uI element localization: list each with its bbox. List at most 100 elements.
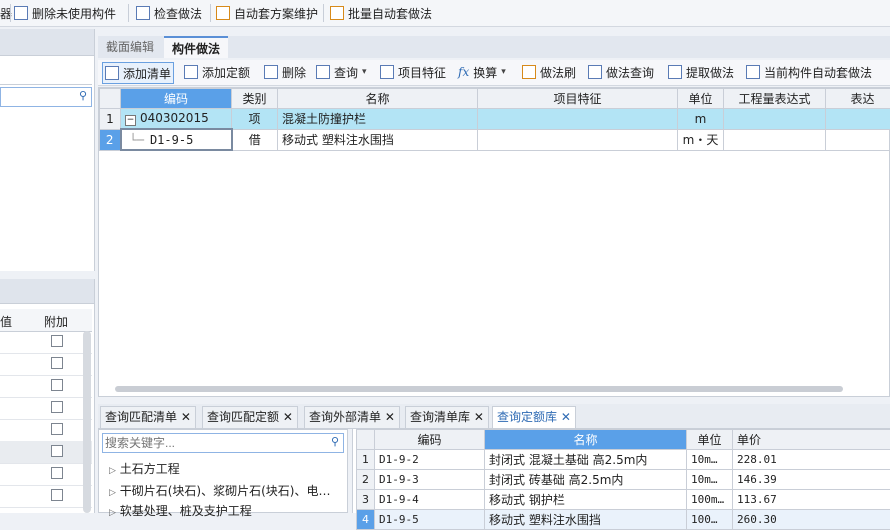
feature-button[interactable]: 项目特征 — [380, 63, 446, 81]
close-icon[interactable]: ✕ — [474, 410, 484, 424]
quota-code[interactable]: D1-9-3 — [375, 470, 485, 490]
quota-column-unit[interactable]: 单位 — [687, 430, 733, 450]
column-header-unit[interactable]: 单位 — [678, 89, 724, 109]
column-header-name[interactable]: 名称 — [278, 89, 478, 109]
quota-code[interactable]: D1-9-4 — [375, 490, 485, 510]
query-button[interactable]: 查询 ▾ — [316, 63, 367, 81]
collapse-icon[interactable]: − — [125, 115, 136, 126]
table-row[interactable]: 3 D1-9-4 移动式 钢护栏 100m… 113.67 — [357, 490, 890, 510]
tab-query-match-list[interactable]: 查询匹配清单 ✕ — [100, 406, 196, 428]
quota-unit[interactable]: 10m… — [687, 470, 733, 490]
left-top-input[interactable] — [0, 58, 92, 85]
search-icon[interactable]: ⚲ — [79, 89, 87, 102]
checkbox[interactable] — [51, 423, 63, 435]
close-icon[interactable]: ✕ — [385, 410, 395, 424]
close-icon[interactable]: ✕ — [561, 410, 571, 424]
column-header-expression[interactable]: 工程量表达式 — [724, 89, 826, 109]
checkbox[interactable] — [51, 357, 63, 369]
delete-button[interactable]: 删除 — [264, 63, 306, 81]
chevron-right-icon[interactable]: ▷ — [109, 466, 116, 476]
tab-query-external-list[interactable]: 查询外部清单 ✕ — [304, 406, 400, 428]
method-query-button[interactable]: 做法查询 — [588, 63, 654, 81]
row-expr2[interactable] — [826, 109, 890, 130]
tab-query-list-library[interactable]: 查询清单库 ✕ — [405, 406, 489, 428]
list-item[interactable] — [0, 331, 92, 354]
quota-column-code[interactable]: 编码 — [375, 430, 485, 450]
library-search-box[interactable]: ⚲ — [102, 433, 344, 453]
row-name[interactable]: 混凝土防撞护栏 — [278, 109, 478, 130]
checkbox[interactable] — [51, 401, 63, 413]
tab-query-quota-library[interactable]: 查询定额库 ✕ — [492, 406, 576, 428]
table-row[interactable]: 1 D1-9-2 封闭式 混凝土基础 高2.5m内 10m… 228.01 — [357, 450, 890, 470]
list-item[interactable] — [0, 441, 92, 464]
quota-price[interactable]: 113.67 — [733, 490, 890, 510]
row-expr2[interactable] — [826, 129, 890, 150]
list-item[interactable] — [0, 353, 92, 376]
left-search-box[interactable]: ⚲ — [0, 87, 92, 107]
row-unit[interactable]: m — [678, 109, 724, 130]
tab-section-edit[interactable]: 截面编辑 — [98, 36, 162, 58]
table-row[interactable]: 2 D1-9-3 封闭式 砖基础 高2.5m内 10m… 146.39 — [357, 470, 890, 490]
quota-name[interactable]: 封闭式 混凝土基础 高2.5m内 — [485, 450, 687, 470]
row-code-cell[interactable]: −040302015 — [121, 109, 232, 130]
row-feature[interactable] — [478, 109, 678, 130]
tab-query-match-quota[interactable]: 查询匹配定额 ✕ — [202, 406, 298, 428]
quota-unit[interactable]: 10m… — [687, 450, 733, 470]
table-row[interactable]: 1 −040302015 项 混凝土防撞护栏 m — [100, 109, 890, 130]
row-unit[interactable]: m・天 — [678, 129, 724, 150]
quota-price[interactable]: 146.39 — [733, 470, 890, 490]
tree-item[interactable]: ▷ 干砌片石(块石)、浆砌片石(块石)、电… — [109, 482, 330, 499]
list-item[interactable] — [0, 463, 92, 486]
chevron-down-icon[interactable]: ▾ — [362, 67, 367, 77]
chevron-down-icon[interactable]: ▾ — [501, 67, 506, 77]
checkbox[interactable] — [51, 379, 63, 391]
checkbox[interactable] — [51, 445, 63, 457]
tree-item[interactable]: ▷ 土石方工程 — [109, 460, 180, 477]
quota-column-price[interactable]: 单价 — [733, 430, 890, 450]
quota-price[interactable]: 228.01 — [733, 450, 890, 470]
batch-auto-button[interactable]: 批量自动套做法 — [330, 4, 432, 22]
column-header-code[interactable]: 编码 — [121, 89, 232, 109]
row-name[interactable]: 移动式 塑料注水围挡 — [278, 129, 478, 150]
list-item[interactable] — [0, 397, 92, 420]
list-item[interactable] — [0, 419, 92, 442]
delete-unused-button[interactable]: 删除未使用构件 — [14, 4, 116, 22]
column-header-type[interactable]: 类别 — [232, 89, 278, 109]
row-type[interactable]: 借 — [232, 129, 278, 150]
row-expression[interactable] — [724, 109, 826, 130]
library-search-input[interactable] — [103, 434, 307, 452]
close-icon[interactable]: ✕ — [181, 410, 191, 424]
extract-method-button[interactable]: 提取做法 — [668, 63, 734, 81]
checkbox[interactable] — [51, 467, 63, 479]
method-brush-button[interactable]: 做法刷 — [522, 63, 576, 81]
search-icon[interactable]: ⚲ — [331, 435, 339, 448]
quota-name[interactable]: 封闭式 砖基础 高2.5m内 — [485, 470, 687, 490]
column-header-feature[interactable]: 项目特征 — [478, 89, 678, 109]
row-expression[interactable] — [724, 129, 826, 150]
list-item[interactable] — [0, 375, 92, 398]
close-icon[interactable]: ✕ — [283, 410, 293, 424]
auto-apply-button[interactable]: 当前构件自动套做法 — [746, 63, 872, 81]
row-code-cell[interactable]: └─D1-9-5 — [121, 129, 232, 150]
chevron-right-icon[interactable]: ▷ — [109, 508, 116, 518]
chevron-right-icon[interactable]: ▷ — [109, 488, 116, 498]
column-header-expr2[interactable]: 表达 — [826, 89, 890, 109]
row-feature[interactable] — [478, 129, 678, 150]
tab-component-method[interactable]: 构件做法 — [164, 36, 228, 58]
checkbox[interactable] — [51, 489, 63, 501]
table-row[interactable]: 2 └─D1-9-5 借 移动式 塑料注水围挡 m・天 — [100, 129, 890, 150]
checkbox[interactable] — [51, 335, 63, 347]
quota-column-name[interactable]: 名称 — [485, 430, 687, 450]
check-method-button[interactable]: 检查做法 — [136, 4, 202, 22]
quota-code[interactable]: D1-9-2 — [375, 450, 485, 470]
quota-name[interactable]: 移动式 钢护栏 — [485, 490, 687, 510]
auto-plan-button[interactable]: 自动套方案维护 — [216, 4, 318, 22]
tree-item[interactable]: ▷ 软基处理、桩及支护工程 — [109, 502, 252, 519]
add-quota-button[interactable]: 添加定额 — [184, 63, 250, 81]
add-list-button[interactable]: 添加清单 — [102, 62, 174, 84]
quota-unit[interactable]: 100m… — [687, 490, 733, 510]
left-scrollbar[interactable] — [83, 331, 91, 513]
horizontal-scrollbar[interactable] — [115, 386, 843, 392]
list-item[interactable] — [0, 485, 92, 508]
convert-button[interactable]: fx 换算 ▾ — [458, 63, 506, 81]
